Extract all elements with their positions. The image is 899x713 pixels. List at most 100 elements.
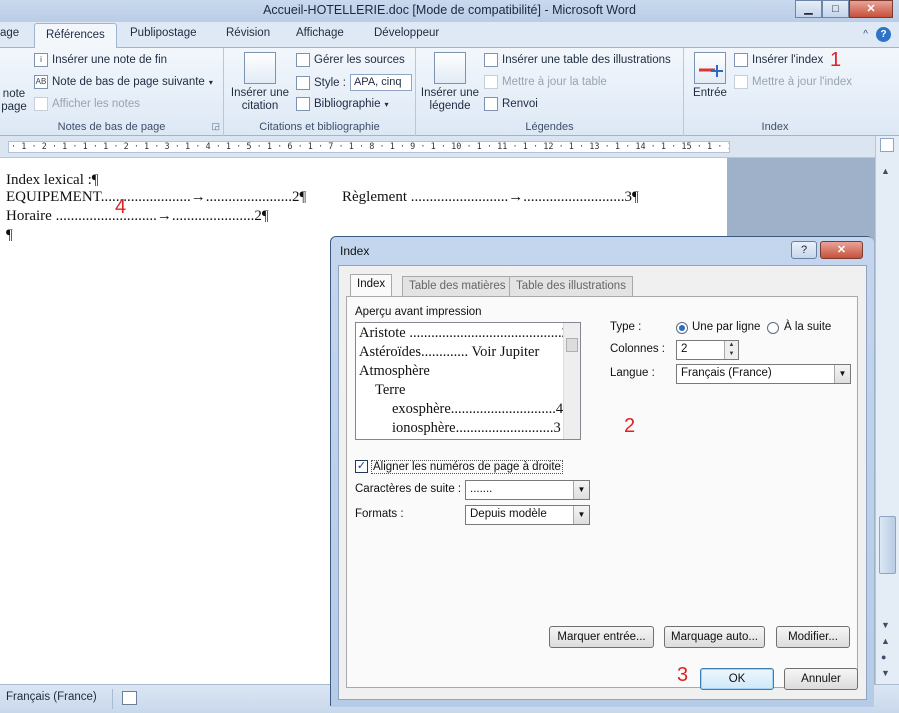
language-select[interactable]: Français (France) ▼ (676, 364, 851, 384)
bibliography-label: Bibliographie (314, 98, 381, 110)
style-combo[interactable]: APA, cinq (349, 74, 412, 91)
index-tab-panel: Aperçu avant impression Aristote .......… (346, 296, 858, 688)
status-separator (112, 689, 113, 709)
update-table-icon (484, 75, 498, 89)
print-preview-box: Aristote ...............................… (355, 322, 581, 440)
tab-mise-en-page[interactable]: age (0, 27, 19, 39)
type-one-per-line-radio[interactable] (676, 322, 688, 334)
tab-revision[interactable]: Révision (226, 27, 270, 39)
annotation-number-3: 3 (677, 664, 689, 686)
group-captions-label: Légendes (525, 121, 574, 133)
help-icon[interactable]: ? (876, 27, 891, 42)
horizontal-ruler[interactable]: · 1 · 2 · 1 · 1 · 1 · 2 · 1 · 3 · 1 · 4 … (0, 136, 875, 158)
cancel-button[interactable]: Annuler (784, 668, 858, 690)
manage-sources-button[interactable]: Gérer les sources (296, 53, 405, 67)
dialog-help-button[interactable]: ? (791, 241, 817, 259)
spin-up-icon[interactable]: ▲ (724, 341, 738, 350)
manage-sources-icon (296, 53, 310, 67)
align-right-label[interactable]: Aligner les numéros de page à droite (371, 460, 563, 474)
maximize-button[interactable]: □ (822, 0, 849, 18)
modify-button[interactable]: Modifier... (776, 626, 850, 648)
align-right-checkbox[interactable]: ✓ (355, 460, 368, 473)
leader-select[interactable]: ....... ▼ (465, 480, 590, 500)
insert-footnote-button[interactable]: note page (0, 88, 28, 114)
minimize-ribbon-icon[interactable]: ^ (863, 29, 868, 40)
formats-select[interactable]: Depuis modèle ▼ (465, 505, 590, 525)
chevron-down-icon[interactable]: ▼ (573, 506, 589, 524)
mark-entry-label: Entrée (693, 87, 727, 99)
insert-endnote-button[interactable]: i Insérer une note de fin (34, 53, 167, 67)
preview-scrollbar[interactable] (563, 323, 580, 439)
entry-leader: ........................→...............… (100, 189, 307, 205)
caption-icon (434, 52, 466, 84)
type-one-per-line-label[interactable]: Une par ligne (692, 321, 760, 333)
scroll-down-icon[interactable]: ▼ (881, 620, 890, 630)
tab-table-des-illustrations[interactable]: Table des illustrations (509, 276, 633, 296)
close-button[interactable]: ✕ (849, 0, 893, 18)
previous-page-icon[interactable]: ▲ (881, 636, 890, 646)
endnote-icon: i (34, 53, 48, 67)
entry-term: EQUIPEMENT (6, 189, 101, 205)
style-selector[interactable]: Style : APA, cinq (296, 74, 412, 91)
chevron-down-icon[interactable]: ▼ (573, 481, 589, 499)
next-page-icon[interactable]: ▼ (881, 668, 890, 678)
insert-citation-button[interactable]: Insérer une citation (228, 52, 292, 113)
cross-reference-icon (484, 97, 498, 111)
scroll-up-icon[interactable]: ▲ (881, 166, 890, 176)
show-notes-icon (34, 97, 48, 111)
tab-references[interactable]: Références (34, 23, 117, 49)
window-title: Accueil-HOTELLERIE.doc [Mode de compatib… (263, 3, 636, 17)
entry-term: Règlement (342, 189, 407, 205)
chevron-down-icon[interactable]: ▼ (834, 365, 850, 383)
spin-down-icon[interactable]: ▼ (724, 350, 738, 359)
macro-record-icon[interactable] (122, 691, 137, 705)
automark-button[interactable]: Marquage auto... (664, 626, 765, 648)
scroll-thumb[interactable] (879, 516, 896, 574)
type-run-in-radio[interactable] (767, 322, 779, 334)
insert-citation-label-2: citation (241, 100, 279, 112)
minimize-button[interactable]: ▁ (795, 0, 822, 18)
tab-affichage[interactable]: Affichage (296, 27, 344, 39)
update-table-button[interactable]: Mettre à jour la table (484, 75, 607, 89)
index-dialog: Index ? ✕ Index Table des matières Table… (330, 236, 874, 707)
columns-spinner[interactable]: 2 ▲ ▼ (676, 340, 739, 360)
preview-scroll-thumb[interactable] (566, 338, 578, 352)
insert-caption-button[interactable]: Insérer une légende (418, 52, 482, 113)
update-table-label: Mettre à jour la table (502, 76, 607, 88)
index-entry-horaire: Horaire ...........................→....… (6, 208, 269, 225)
group-captions: Insérer une légende Insérer une table de… (416, 48, 684, 136)
vertical-scrollbar[interactable]: ▲ ▼ ▲ ● ▼ (875, 136, 899, 684)
update-index-button[interactable]: Mettre à jour l'index (734, 75, 852, 89)
status-language[interactable]: Français (France) (6, 691, 97, 703)
entry-leader: ...........................→............… (51, 208, 269, 224)
dialog-close-button[interactable]: ✕ (820, 241, 863, 259)
cross-reference-button[interactable]: Renvoi (484, 97, 538, 111)
preview-line: Terre (375, 382, 406, 398)
insert-index-button[interactable]: Insérer l'index (734, 53, 823, 67)
ok-button[interactable]: OK (700, 668, 774, 690)
ruler-toggle-icon[interactable] (880, 138, 894, 152)
tab-table-des-matieres[interactable]: Table des matières (402, 276, 513, 296)
manage-sources-label: Gérer les sources (314, 54, 405, 66)
entry-term: Horaire (6, 208, 52, 224)
cross-reference-label: Renvoi (502, 98, 538, 110)
browse-object-icon[interactable]: ● (881, 652, 886, 662)
tab-developpeur[interactable]: Développeur (374, 27, 439, 39)
show-notes-button[interactable]: Afficher les notes (34, 97, 140, 111)
mark-entry-button[interactable]: Entrée (690, 52, 730, 100)
tab-publipostage[interactable]: Publipostage (130, 27, 197, 39)
preview-label: Aperçu avant impression (355, 306, 482, 318)
ruler-scale: · 1 · 2 · 1 · 1 · 1 · 2 · 1 · 3 · 1 · 4 … (8, 141, 730, 153)
insert-footnote-label-1: note (2, 88, 26, 100)
insert-table-figures-button[interactable]: Insérer une table des illustrations (484, 53, 671, 67)
tab-index[interactable]: Index (350, 274, 393, 297)
mark-entry-dialog-button[interactable]: Marquer entrée... (549, 626, 654, 648)
insert-citation-label-1: Insérer une (230, 87, 290, 99)
dialog-launcher-icon[interactable]: ◲ (211, 121, 220, 132)
bibliography-button[interactable]: Bibliographie ▾ (296, 97, 389, 111)
type-run-in-label[interactable]: À la suite (784, 321, 831, 333)
chevron-down-icon: ▾ (384, 99, 389, 109)
mark-entry-glyph (699, 65, 723, 77)
update-index-label: Mettre à jour l'index (752, 76, 852, 88)
next-footnote-button[interactable]: AB Note de bas de page suivante ▾ (34, 75, 213, 89)
